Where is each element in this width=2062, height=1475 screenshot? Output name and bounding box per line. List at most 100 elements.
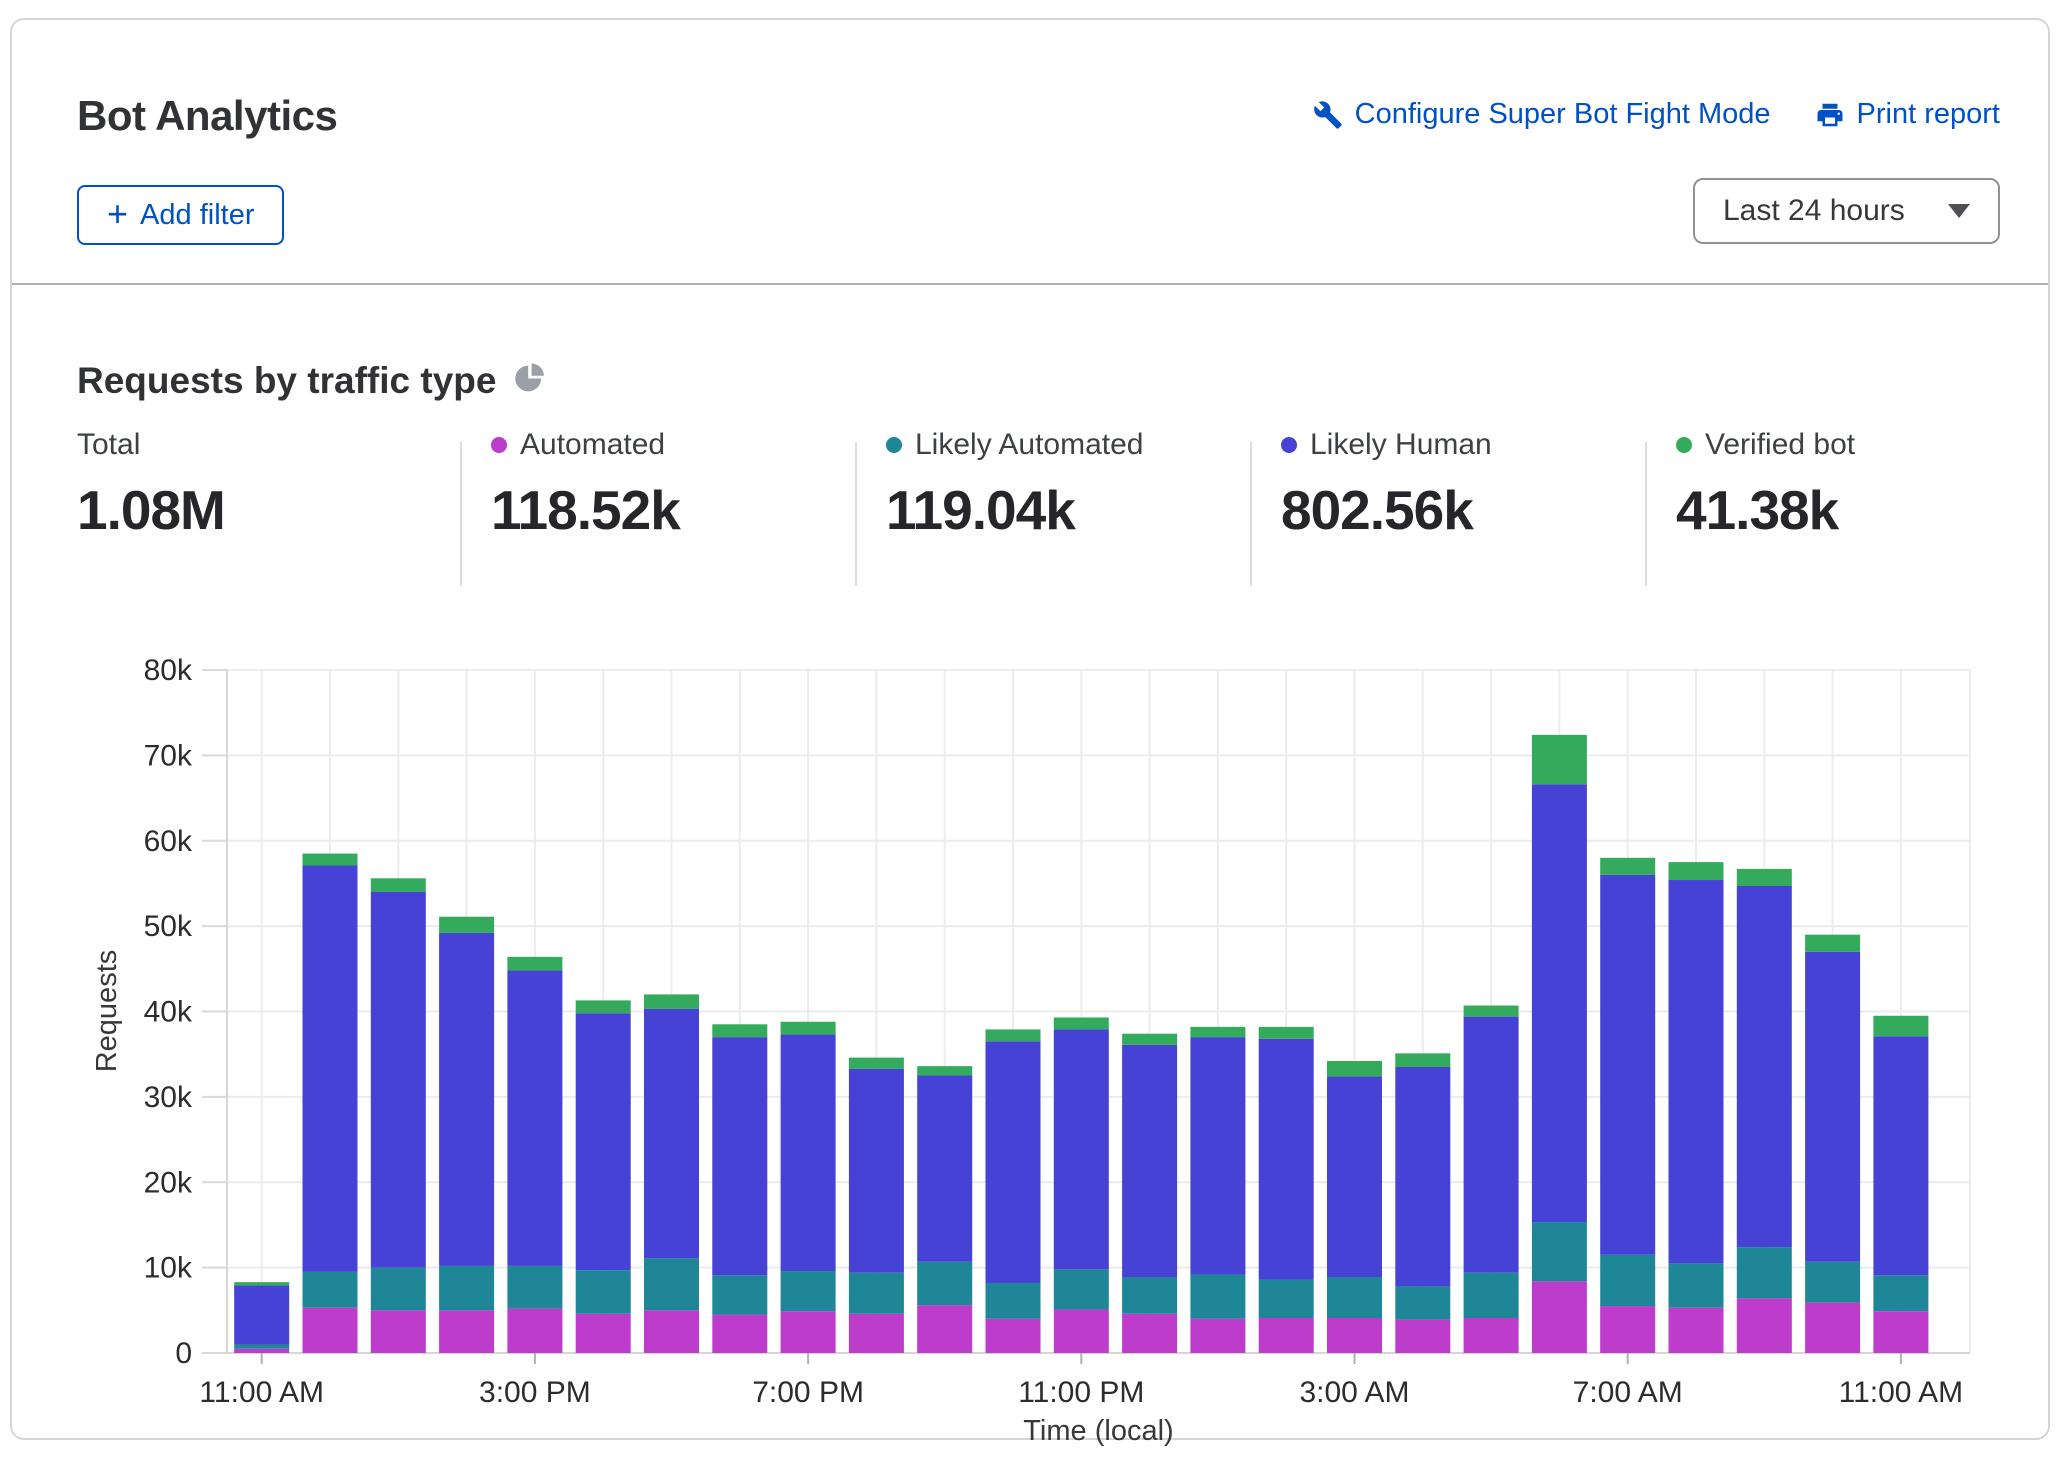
bar-hour-9[interactable] [849, 1058, 904, 1353]
bar-segment[interactable] [303, 854, 358, 866]
bar-segment[interactable] [1054, 1017, 1109, 1029]
bar-segment[interactable] [303, 866, 358, 1272]
bar-hour-10[interactable] [917, 1066, 972, 1353]
bar-segment[interactable] [1600, 875, 1655, 1255]
bar-hour-12[interactable] [1054, 1017, 1109, 1353]
bar-segment[interactable] [1122, 1045, 1177, 1277]
bar-segment[interactable] [1737, 869, 1792, 886]
bar-segment[interactable] [849, 1314, 904, 1353]
bar-segment[interactable] [507, 971, 562, 1266]
bar-segment[interactable] [1805, 935, 1860, 952]
bar-segment[interactable] [781, 1311, 836, 1353]
bar-segment[interactable] [439, 933, 494, 1266]
bar-hour-11[interactable] [986, 1029, 1041, 1353]
stat-likely-automated[interactable]: Likely Automated 119.04k [886, 428, 1143, 542]
bar-segment[interactable] [507, 1309, 562, 1353]
bar-segment[interactable] [1395, 1320, 1450, 1353]
stat-automated[interactable]: Automated 118.52k [491, 428, 680, 542]
bar-segment[interactable] [1122, 1034, 1177, 1045]
bar-segment[interactable] [917, 1262, 972, 1306]
bar-segment[interactable] [371, 1310, 426, 1353]
bar-segment[interactable] [576, 1270, 631, 1314]
bar-segment[interactable] [1532, 1222, 1587, 1281]
bar-segment[interactable] [1737, 886, 1792, 1247]
bar-segment[interactable] [234, 1286, 289, 1345]
bar-segment[interactable] [1190, 1037, 1245, 1274]
bar-segment[interactable] [1327, 1076, 1382, 1277]
bar-segment[interactable] [1669, 1308, 1724, 1353]
bar-segment[interactable] [1805, 1262, 1860, 1303]
bar-segment[interactable] [644, 994, 699, 1009]
bar-segment[interactable] [644, 1310, 699, 1353]
bar-segment[interactable] [781, 1271, 836, 1311]
bar-segment[interactable] [1122, 1277, 1177, 1314]
bar-segment[interactable] [1464, 1273, 1519, 1318]
bar-hour-4[interactable] [507, 957, 562, 1353]
bar-segment[interactable] [1464, 1017, 1519, 1273]
print-report-link[interactable]: Print report [1815, 98, 2000, 131]
stat-verified-bot[interactable]: Verified bot 41.38k [1676, 428, 1855, 542]
bar-segment[interactable] [1190, 1027, 1245, 1037]
bar-segment[interactable] [781, 1022, 836, 1035]
bar-segment[interactable] [712, 1315, 767, 1353]
bar-segment[interactable] [1054, 1309, 1109, 1353]
bar-hour-22[interactable] [1737, 869, 1792, 1353]
bar-hour-20[interactable] [1600, 858, 1655, 1353]
bar-segment[interactable] [986, 1029, 1041, 1041]
bar-hour-14[interactable] [1190, 1027, 1245, 1353]
time-range-select[interactable]: Last 24 hours [1693, 178, 2000, 244]
bar-hour-8[interactable] [781, 1022, 836, 1353]
bar-segment[interactable] [986, 1319, 1041, 1353]
bar-segment[interactable] [1327, 1318, 1382, 1353]
bar-segment[interactable] [576, 1314, 631, 1353]
bar-segment[interactable] [1669, 862, 1724, 880]
bar-segment[interactable] [234, 1349, 289, 1353]
bar-hour-15[interactable] [1259, 1027, 1314, 1353]
bar-hour-3[interactable] [439, 917, 494, 1353]
bar-segment[interactable] [917, 1076, 972, 1262]
stat-likely-human[interactable]: Likely Human 802.56k [1281, 428, 1492, 542]
bar-segment[interactable] [303, 1272, 358, 1308]
bar-segment[interactable] [439, 917, 494, 933]
bar-segment[interactable] [917, 1066, 972, 1075]
bar-segment[interactable] [1395, 1286, 1450, 1319]
bar-segment[interactable] [1190, 1319, 1245, 1353]
bar-segment[interactable] [1259, 1039, 1314, 1280]
bar-hour-17[interactable] [1395, 1053, 1450, 1353]
bar-segment[interactable] [1395, 1053, 1450, 1067]
bar-segment[interactable] [1327, 1277, 1382, 1318]
bar-segment[interactable] [644, 1258, 699, 1310]
bar-hour-7[interactable] [712, 1024, 767, 1353]
bar-segment[interactable] [507, 957, 562, 971]
bar-segment[interactable] [303, 1308, 358, 1353]
bar-segment[interactable] [1669, 1263, 1724, 1307]
bar-hour-18[interactable] [1464, 1006, 1519, 1353]
bar-segment[interactable] [1327, 1061, 1382, 1076]
bar-segment[interactable] [1873, 1311, 1928, 1353]
bar-segment[interactable] [1122, 1314, 1177, 1353]
bar-segment[interactable] [1737, 1247, 1792, 1298]
bar-segment[interactable] [917, 1305, 972, 1353]
bar-segment[interactable] [1600, 1306, 1655, 1353]
bar-segment[interactable] [712, 1024, 767, 1037]
bar-segment[interactable] [1805, 1303, 1860, 1353]
bar-hour-1[interactable] [303, 854, 358, 1353]
bar-hour-13[interactable] [1122, 1034, 1177, 1353]
bar-segment[interactable] [1259, 1027, 1314, 1039]
bar-segment[interactable] [1532, 1281, 1587, 1353]
bar-segment[interactable] [576, 1013, 631, 1270]
bar-segment[interactable] [371, 878, 426, 892]
bar-segment[interactable] [1259, 1280, 1314, 1318]
bar-segment[interactable] [439, 1266, 494, 1310]
bar-segment[interactable] [849, 1058, 904, 1069]
bar-segment[interactable] [986, 1041, 1041, 1283]
bar-segment[interactable] [1190, 1274, 1245, 1318]
bar-segment[interactable] [712, 1275, 767, 1314]
bar-segment[interactable] [986, 1283, 1041, 1319]
bar-segment[interactable] [1737, 1298, 1792, 1353]
add-filter-button[interactable]: + Add filter [77, 185, 284, 245]
bar-segment[interactable] [1054, 1029, 1109, 1269]
bar-segment[interactable] [1873, 1016, 1928, 1036]
bar-segment[interactable] [234, 1344, 289, 1348]
bar-hour-16[interactable] [1327, 1061, 1382, 1353]
